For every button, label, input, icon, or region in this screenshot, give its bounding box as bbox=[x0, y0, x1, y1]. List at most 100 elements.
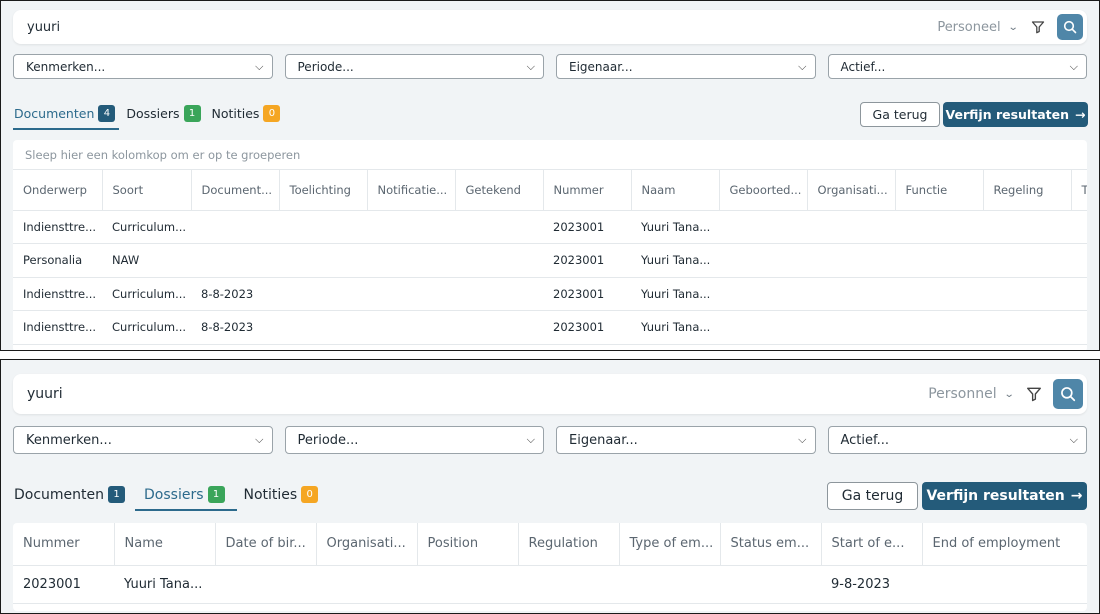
filter-periode[interactable]: Periode... ⌵ bbox=[284, 54, 544, 79]
filter-actief[interactable]: Actief... ⌵ bbox=[827, 426, 1087, 454]
table-cell bbox=[455, 277, 543, 311]
filter-eigenaar[interactable]: Eigenaar... ⌵ bbox=[556, 426, 816, 454]
count-badge: 4 bbox=[98, 105, 116, 122]
count-badge: 1 bbox=[108, 486, 126, 503]
column-header[interactable]: Soort bbox=[102, 170, 192, 211]
column-header[interactable]: Name bbox=[114, 523, 216, 566]
refine-results-button[interactable]: Verfijn resultaten → bbox=[922, 482, 1087, 510]
results-table: Onderwerp Soort Document... Toelichting Noti… bbox=[13, 170, 1087, 345]
chevron-down-icon: ⌄ bbox=[1007, 21, 1019, 33]
chevron-down-icon: ⌵ bbox=[798, 59, 807, 73]
table-cell bbox=[719, 210, 807, 244]
table-cell: Indiensttre... bbox=[13, 210, 102, 244]
column-header[interactable]: Regulation bbox=[518, 523, 620, 566]
table-cell: Personalia bbox=[13, 243, 102, 278]
tab-documenten[interactable]: Documenten 1 bbox=[13, 486, 129, 511]
table-cell bbox=[316, 565, 417, 604]
back-button[interactable]: Ga terug bbox=[860, 102, 940, 127]
group-by-drop-zone[interactable]: Sleep hier een kolomkop om er op te groe… bbox=[13, 140, 1087, 170]
funnel-icon[interactable] bbox=[1027, 16, 1049, 38]
column-header[interactable]: T bbox=[1071, 170, 1087, 211]
column-header[interactable]: Nummer bbox=[543, 170, 632, 211]
table-cell: 2023001 bbox=[543, 210, 631, 244]
arrow-right-icon: → bbox=[1070, 488, 1083, 504]
table-cell bbox=[367, 243, 455, 278]
filter-kenmerken[interactable]: Kenmerken... ⌵ bbox=[13, 426, 273, 454]
table-row[interactable]: Indiensttre... Curriculum... 8-8-2023 20230… bbox=[13, 310, 1087, 345]
table-cell bbox=[983, 243, 1071, 278]
column-header[interactable]: Regeling bbox=[983, 170, 1072, 211]
column-header[interactable]: Onderwerp bbox=[13, 170, 103, 211]
column-header[interactable]: Date of bir... bbox=[215, 523, 317, 566]
table-cell bbox=[720, 565, 821, 604]
column-header[interactable]: Nummer bbox=[13, 523, 115, 566]
table-cell: Yuuri Tana... bbox=[631, 243, 719, 278]
filter-kenmerken[interactable]: Kenmerken... ⌵ bbox=[13, 54, 273, 79]
table-cell: NAW bbox=[102, 243, 191, 278]
back-button[interactable]: Ga terug bbox=[827, 482, 918, 510]
table-cell bbox=[895, 210, 983, 244]
documents-grid: Sleep hier een kolomkop om er op te groe… bbox=[13, 140, 1087, 350]
chevron-down-icon: ⌵ bbox=[1069, 433, 1078, 446]
table-cell bbox=[279, 210, 367, 244]
tab-dossiers[interactable]: Dossiers 1 bbox=[125, 105, 204, 130]
table-cell: 9-8-2023 bbox=[821, 565, 922, 604]
column-header[interactable]: Type of em... bbox=[619, 523, 721, 566]
tab-dossiers[interactable]: Dossiers 1 bbox=[135, 486, 237, 511]
scope-dropdown[interactable]: Personnel ⌄ bbox=[928, 386, 1014, 402]
table-cell: 2023001 bbox=[543, 243, 631, 278]
column-header[interactable]: Toelichting bbox=[279, 170, 368, 211]
tab-notities[interactable]: Notities 0 bbox=[243, 486, 323, 511]
table-row[interactable]: Personalia NAW 2023001 Yuuri Tana... bbox=[13, 243, 1087, 278]
table-cell bbox=[1071, 310, 1087, 345]
column-header[interactable]: Position bbox=[417, 523, 519, 566]
search-bar: yuuri Personnel ⌄ bbox=[13, 374, 1087, 414]
search-input[interactable]: yuuri bbox=[13, 20, 937, 35]
search-button[interactable] bbox=[1053, 379, 1083, 409]
column-header[interactable]: Getekend bbox=[455, 170, 544, 211]
table-cell bbox=[895, 277, 983, 311]
table-cell: Yuuri Tana... bbox=[631, 310, 719, 345]
search-icon bbox=[1061, 387, 1076, 402]
search-bar: yuuri Personeel ⌄ bbox=[13, 10, 1087, 44]
filter-actief[interactable]: Actief... ⌵ bbox=[827, 54, 1087, 79]
table-cell bbox=[895, 310, 983, 345]
chevron-down-icon: ⌵ bbox=[1069, 59, 1078, 73]
table-cell bbox=[807, 243, 895, 278]
column-header[interactable]: Functie bbox=[895, 170, 984, 211]
table-cell: Curriculum... bbox=[102, 310, 191, 345]
scope-dropdown[interactable]: Personeel ⌄ bbox=[937, 19, 1019, 35]
column-header[interactable]: Geboorted... bbox=[719, 170, 808, 211]
table-cell bbox=[191, 210, 279, 244]
table-cell: Yuuri Tana... bbox=[631, 210, 719, 244]
search-button[interactable] bbox=[1057, 14, 1083, 40]
filter-eigenaar[interactable]: Eigenaar... ⌵ bbox=[556, 54, 816, 79]
refine-results-button[interactable]: Verfijn resultaten → bbox=[943, 102, 1088, 127]
table-row[interactable]: Indiensttre... Curriculum... 2023001 Yuuri … bbox=[13, 210, 1087, 244]
funnel-icon[interactable] bbox=[1023, 383, 1045, 405]
column-header[interactable]: Document... bbox=[191, 170, 280, 211]
table-row[interactable]: 2023001 Yuuri Tana... 9-8-2023 bbox=[13, 565, 1087, 604]
chevron-down-icon: ⌵ bbox=[526, 433, 535, 446]
column-header[interactable]: Start of e... bbox=[821, 523, 923, 566]
table-cell bbox=[619, 565, 720, 604]
scope-label: Personeel bbox=[937, 19, 1001, 35]
filter-periode[interactable]: Periode... ⌵ bbox=[284, 426, 544, 454]
count-badge: 1 bbox=[207, 486, 225, 503]
column-header[interactable]: Notificatie... bbox=[367, 170, 456, 211]
search-input[interactable]: yuuri bbox=[13, 386, 928, 402]
column-header[interactable]: Organisati... bbox=[807, 170, 896, 211]
tab-documenten[interactable]: Documenten 4 bbox=[13, 105, 120, 130]
table-cell: Yuuri Tana... bbox=[114, 565, 215, 604]
table-cell bbox=[455, 310, 543, 345]
scope-label: Personnel bbox=[928, 386, 997, 402]
column-header[interactable]: Naam bbox=[631, 170, 720, 211]
table-row[interactable]: Indiensttre... Curriculum... 8-8-2023 20230… bbox=[13, 277, 1087, 311]
chevron-down-icon: ⌵ bbox=[526, 59, 535, 73]
table-cell bbox=[279, 277, 367, 311]
tab-notities[interactable]: Notities 0 bbox=[211, 105, 285, 130]
column-header[interactable]: Status em... bbox=[720, 523, 822, 566]
table-cell bbox=[983, 277, 1071, 311]
column-header[interactable]: Organisati... bbox=[316, 523, 418, 566]
column-header[interactable]: End of employment bbox=[922, 523, 1087, 566]
